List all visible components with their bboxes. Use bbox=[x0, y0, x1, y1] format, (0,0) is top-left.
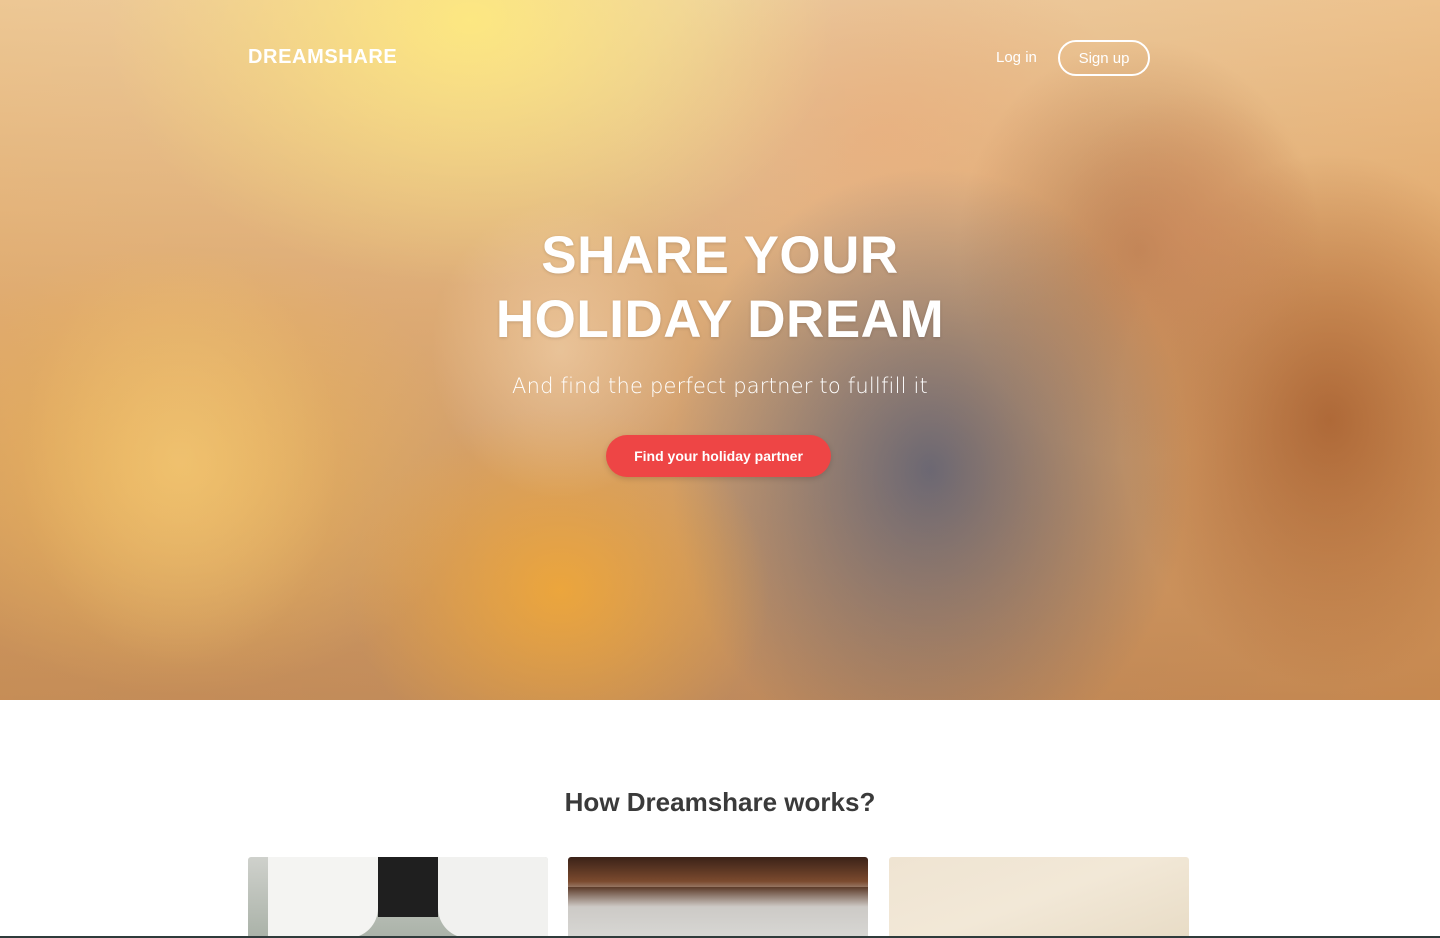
card-1-image-detail-dark bbox=[378, 857, 438, 917]
how-it-works-title: How Dreamshare works? bbox=[564, 787, 876, 817]
signup-button[interactable]: Sign up bbox=[1058, 40, 1150, 76]
how-it-works-card-3[interactable] bbox=[889, 857, 1189, 938]
hero-title-line-1: SHARE YOUR bbox=[541, 226, 899, 285]
card-1-image-detail-right bbox=[438, 857, 548, 938]
how-it-works-card-1[interactable] bbox=[248, 857, 548, 938]
find-partner-button[interactable]: Find your holiday partner bbox=[606, 435, 831, 477]
login-link[interactable]: Log in bbox=[996, 49, 1037, 66]
hero-subtitle: And find the perfect partner to fullfill… bbox=[512, 374, 928, 398]
hero-title-line-2: HOLIDAY DREAM bbox=[495, 290, 945, 349]
hero-section: DREAMSHARE Log in Sign up SHARE YOUR HOL… bbox=[0, 0, 1440, 700]
top-navigation: DREAMSHARE Log in Sign up bbox=[0, 0, 1440, 116]
how-it-works-card-2[interactable] bbox=[568, 857, 868, 938]
card-2-image-detail bbox=[568, 887, 868, 907]
logo[interactable]: DREAMSHARE bbox=[248, 46, 397, 69]
hero-title: SHARE YOUR HOLIDAY DREAM bbox=[370, 224, 1070, 352]
card-1-image-detail bbox=[268, 857, 378, 938]
